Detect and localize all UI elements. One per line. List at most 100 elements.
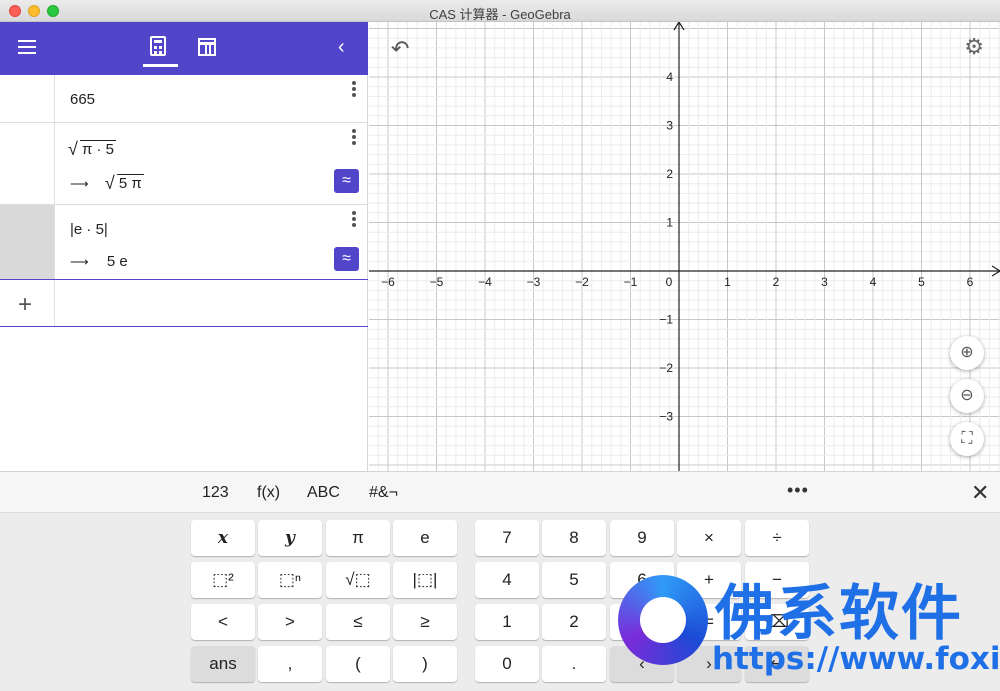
more-vert-icon[interactable] xyxy=(352,211,356,227)
key-left-1-0[interactable]: ⬚² xyxy=(191,562,255,598)
x-tick-label: 4 xyxy=(870,275,877,289)
cas-input[interactable]: π · 5 xyxy=(68,139,117,160)
table-icon[interactable] xyxy=(198,38,216,56)
result-value: 5 e xyxy=(106,253,128,270)
close-icon[interactable]: ✕ xyxy=(971,480,989,506)
row-gutter xyxy=(0,75,55,122)
key-left-1-1[interactable]: ⬚ⁿ xyxy=(258,562,322,598)
x-tick-label: 3 xyxy=(821,275,828,289)
key-right-1-3[interactable]: + xyxy=(677,562,741,598)
sqrt-radicand: π · 5 xyxy=(80,140,117,158)
new-input-row[interactable]: + xyxy=(0,279,368,327)
chevron-left-icon[interactable]: ‹ xyxy=(338,36,345,59)
y-tick-label: −1 xyxy=(659,313,673,327)
graphics-view[interactable]: −6 −5 −4 −3 −2 −1 0 1 2 3 4 5 6 4 3 2 1 −1 −2 −3 ↶ ⚙ ⊕ ⊖ ⛶ xyxy=(369,22,1000,471)
key-right-3-4[interactable]: ↵ xyxy=(745,646,809,682)
app-window: CAS 计算器 - GeoGebra ‹ 665 π · 5 ⟶ xyxy=(0,0,1000,691)
x-tick-label: 5 xyxy=(918,275,925,289)
x-tick-label: 0 xyxy=(666,275,673,289)
key-left-0-0[interactable]: x xyxy=(191,520,255,556)
cas-input[interactable]: 665 xyxy=(70,91,95,108)
key-left-3-2[interactable]: ( xyxy=(326,646,390,682)
row-gutter xyxy=(0,123,55,204)
key-left-2-3[interactable]: ≥ xyxy=(393,604,457,640)
title-bar: CAS 计算器 - GeoGebra xyxy=(0,0,1000,22)
cas-panel: ‹ 665 π · 5 ⟶ 5 π ≈ |e · 5| ⟶ 5 e xyxy=(0,22,368,471)
key-left-1-2[interactable]: √⬚ xyxy=(326,562,390,598)
cas-output: ⟶ 5 e xyxy=(70,253,128,270)
key-right-1-1[interactable]: 5 xyxy=(542,562,606,598)
y-tick-label: −2 xyxy=(659,361,673,375)
x-tick-label: −1 xyxy=(624,275,638,289)
sqrt-radicand: 5 π xyxy=(116,174,144,192)
zoom-in-button[interactable]: ⊕ xyxy=(950,336,984,370)
x-tick-label: −2 xyxy=(575,275,589,289)
key-left-1-3[interactable]: |⬚| xyxy=(393,562,457,598)
tab-123[interactable]: 123 xyxy=(202,484,229,502)
key-right-3-0[interactable]: 0 xyxy=(475,646,539,682)
cas-row[interactable]: 665 xyxy=(0,75,368,123)
key-left-2-0[interactable]: < xyxy=(191,604,255,640)
x-tick-label: −4 xyxy=(478,275,492,289)
key-right-0-4[interactable]: ÷ xyxy=(745,520,809,556)
x-tick-label: 6 xyxy=(967,275,974,289)
key-right-2-3[interactable]: = xyxy=(677,604,741,640)
more-horiz-icon[interactable]: ••• xyxy=(787,480,809,501)
undo-icon[interactable]: ↶ xyxy=(391,36,409,62)
x-tick-label: 2 xyxy=(773,275,780,289)
key-left-0-3[interactable]: e xyxy=(393,520,457,556)
window-title: CAS 计算器 - GeoGebra xyxy=(429,7,571,22)
approximate-button[interactable]: ≈ xyxy=(334,169,359,193)
key-right-3-2[interactable]: ‹ xyxy=(610,646,674,682)
add-icon[interactable]: + xyxy=(18,291,32,319)
coordinate-grid[interactable]: −6 −5 −4 −3 −2 −1 0 1 2 3 4 5 6 4 3 2 1 −1 −2 −3 xyxy=(369,22,1000,471)
y-tick-label: −3 xyxy=(659,410,673,424)
active-tab-indicator xyxy=(143,64,178,67)
more-vert-icon[interactable] xyxy=(352,129,356,145)
result-arrow: ⟶ xyxy=(70,254,89,269)
cas-output: ⟶ 5 π xyxy=(70,173,144,194)
keyboard-tabs: 123 f(x) ABC #&¬ ••• ✕ xyxy=(0,472,1000,513)
key-left-3-1[interactable]: , xyxy=(258,646,322,682)
key-right-2-0[interactable]: 1 xyxy=(475,604,539,640)
zoom-out-button[interactable]: ⊖ xyxy=(950,379,984,413)
tab-fx[interactable]: f(x) xyxy=(257,484,280,502)
calculator-icon[interactable] xyxy=(150,36,166,56)
virtual-keyboard: 123 f(x) ABC #&¬ ••• ✕ x y π e ⬚² ⬚ⁿ √⬚ |⬚| < > ≤ ≥… xyxy=(0,471,1000,691)
gear-icon[interactable]: ⚙ xyxy=(964,34,984,60)
key-right-0-0[interactable]: 7 xyxy=(475,520,539,556)
more-vert-icon[interactable] xyxy=(352,81,356,97)
key-right-0-3[interactable]: × xyxy=(677,520,741,556)
y-tick-label: 3 xyxy=(666,119,673,133)
key-left-2-1[interactable]: > xyxy=(258,604,322,640)
menu-icon[interactable] xyxy=(18,40,36,54)
tab-symbols[interactable]: #&¬ xyxy=(369,484,398,502)
result-arrow: ⟶ xyxy=(70,176,89,191)
y-tick-label: 1 xyxy=(666,216,673,230)
key-left-0-1[interactable]: y xyxy=(258,520,322,556)
x-tick-label: 1 xyxy=(724,275,731,289)
cas-row-selected[interactable]: |e · 5| ⟶ 5 e ≈ xyxy=(0,205,368,279)
cas-input[interactable]: |e · 5| xyxy=(70,221,108,238)
key-right-1-0[interactable]: 4 xyxy=(475,562,539,598)
key-right-1-2[interactable]: 6 xyxy=(610,562,674,598)
key-right-2-4[interactable]: ⌫ xyxy=(745,604,809,640)
cas-row[interactable]: π · 5 ⟶ 5 π ≈ xyxy=(0,123,368,205)
key-left-2-2[interactable]: ≤ xyxy=(326,604,390,640)
key-right-0-1[interactable]: 8 xyxy=(542,520,606,556)
tab-abc[interactable]: ABC xyxy=(307,484,340,502)
key-left-0-2[interactable]: π xyxy=(326,520,390,556)
key-right-2-2[interactable]: 3 xyxy=(610,604,674,640)
row-gutter xyxy=(0,205,55,279)
fullscreen-button[interactable]: ⛶ xyxy=(950,422,984,456)
key-right-3-3[interactable]: › xyxy=(677,646,741,682)
key-right-1-4[interactable]: − xyxy=(745,562,809,598)
key-left-3-3[interactable]: ) xyxy=(393,646,457,682)
key-right-0-2[interactable]: 9 xyxy=(610,520,674,556)
y-tick-label: 2 xyxy=(666,167,673,181)
key-right-3-1[interactable]: . xyxy=(542,646,606,682)
approximate-button[interactable]: ≈ xyxy=(334,247,359,271)
x-tick-label: −5 xyxy=(430,275,444,289)
key-right-2-1[interactable]: 2 xyxy=(542,604,606,640)
key-left-3-0[interactable]: ans xyxy=(191,646,255,682)
